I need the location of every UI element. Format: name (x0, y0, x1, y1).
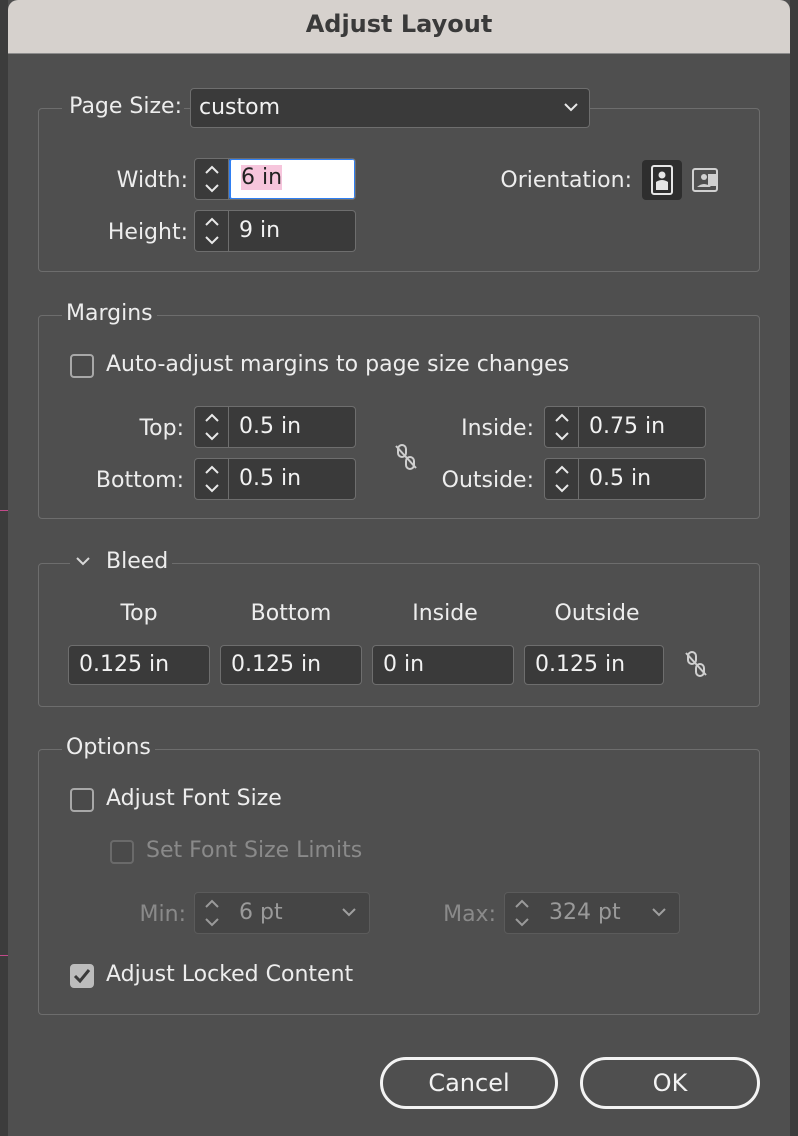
page-size-select[interactable]: custom (190, 88, 590, 128)
height-input[interactable]: 9 in (229, 211, 355, 251)
chevron-down-icon (564, 103, 578, 112)
margin-outside-stepper[interactable]: 0.5 in (544, 458, 706, 500)
bleed-inside-input[interactable]: 0 in (372, 645, 514, 685)
margin-top-input[interactable]: 0.5 in (229, 407, 355, 447)
title-bar[interactable]: Adjust Layout (8, 0, 790, 54)
bleed-outside-input[interactable]: 0.125 in (524, 645, 664, 685)
stepper-arrows-icon (205, 165, 219, 193)
background-canvas-edge-right (790, 0, 798, 1136)
bleed-bottom-header: Bottom (250, 601, 332, 626)
margin-bottom-stepper-arrows[interactable] (195, 459, 229, 499)
landscape-icon (692, 168, 718, 192)
bleed-section-header[interactable]: Bleed (70, 549, 173, 574)
margin-top-stepper-arrows[interactable] (195, 407, 229, 447)
max-font-size-stepper[interactable]: 324 pt (504, 892, 680, 934)
bleed-link-broken-icon[interactable] (682, 649, 710, 679)
page-size-label: Page Size: (62, 94, 184, 119)
max-label: Max: (443, 902, 496, 927)
portrait-icon (651, 165, 673, 195)
chevron-down-icon (76, 557, 90, 566)
bleed-top-input[interactable]: 0.125 in (68, 645, 210, 685)
chevron-down-icon (652, 908, 666, 917)
bleed-section-label: Bleed (106, 549, 169, 574)
margin-inside-stepper[interactable]: 0.75 in (544, 406, 706, 448)
margin-top-stepper[interactable]: 0.5 in (194, 406, 356, 448)
orientation-label: Orientation: (500, 168, 632, 193)
bleed-group (38, 563, 760, 707)
stepper-arrows-icon (205, 217, 219, 245)
margin-bottom-input[interactable]: 0.5 in (229, 459, 355, 499)
margins-link-broken-icon[interactable] (392, 442, 420, 472)
landscape-orientation-button[interactable] (686, 160, 726, 200)
margin-outside-label: Outside: (441, 468, 534, 493)
stepper-arrows-icon (205, 413, 219, 441)
width-stepper-arrows[interactable] (195, 159, 229, 199)
adjust-font-size-checkbox[interactable] (70, 788, 94, 812)
page-size-value: custom (199, 95, 281, 120)
width-stepper[interactable]: 6 in (194, 158, 356, 200)
portrait-orientation-button[interactable] (642, 160, 682, 200)
margin-bottom-stepper[interactable]: 0.5 in (194, 458, 356, 500)
min-label: Min: (139, 902, 186, 927)
auto-adjust-margins-checkbox[interactable] (70, 354, 94, 378)
margin-top-label: Top: (139, 416, 184, 441)
checkmark-icon (73, 969, 91, 984)
set-font-size-limits-checkbox[interactable] (110, 840, 134, 864)
adjust-locked-content-label[interactable]: Adjust Locked Content (106, 962, 353, 987)
window-title: Adjust Layout (305, 10, 493, 38)
stepper-arrows-icon (555, 413, 569, 441)
background-canvas-edge (0, 0, 8, 1136)
set-font-size-limits-label: Set Font Size Limits (146, 838, 363, 863)
ok-button[interactable]: OK (580, 1057, 760, 1109)
bleed-inside-header: Inside (412, 601, 478, 626)
stepper-arrows-icon (515, 899, 529, 927)
adjust-locked-content-checkbox[interactable] (70, 964, 94, 988)
options-section-label: Options (62, 735, 155, 760)
cancel-button[interactable]: Cancel (380, 1057, 558, 1109)
height-stepper-arrows[interactable] (195, 211, 229, 251)
height-stepper[interactable]: 9 in (194, 210, 356, 252)
min-stepper-arrows[interactable] (195, 893, 229, 933)
width-label: Width: (116, 168, 188, 193)
stepper-arrows-icon (205, 899, 219, 927)
width-input[interactable]: 6 in (229, 159, 355, 199)
bleed-bottom-input[interactable]: 0.125 in (220, 645, 362, 685)
auto-adjust-margins-label[interactable]: Auto-adjust margins to page size changes (106, 352, 569, 377)
stepper-arrows-icon (555, 465, 569, 493)
max-stepper-arrows[interactable] (505, 893, 539, 933)
margin-outside-input[interactable]: 0.5 in (579, 459, 705, 499)
margin-outside-stepper-arrows[interactable] (545, 459, 579, 499)
stepper-arrows-icon (205, 465, 219, 493)
width-value: 6 in (241, 165, 283, 190)
margins-section-label: Margins (62, 301, 157, 326)
adjust-font-size-label[interactable]: Adjust Font Size (106, 786, 282, 811)
margin-inside-label: Inside: (461, 416, 534, 441)
margin-inside-input[interactable]: 0.75 in (579, 407, 705, 447)
min-font-size-stepper[interactable]: 6 pt (194, 892, 370, 934)
bleed-top-header: Top (120, 601, 158, 626)
margin-inside-stepper-arrows[interactable] (545, 407, 579, 447)
chevron-down-icon (342, 908, 356, 917)
margin-bottom-label: Bottom: (95, 468, 184, 493)
bleed-outside-header: Outside (554, 601, 640, 626)
height-label: Height: (107, 220, 188, 245)
